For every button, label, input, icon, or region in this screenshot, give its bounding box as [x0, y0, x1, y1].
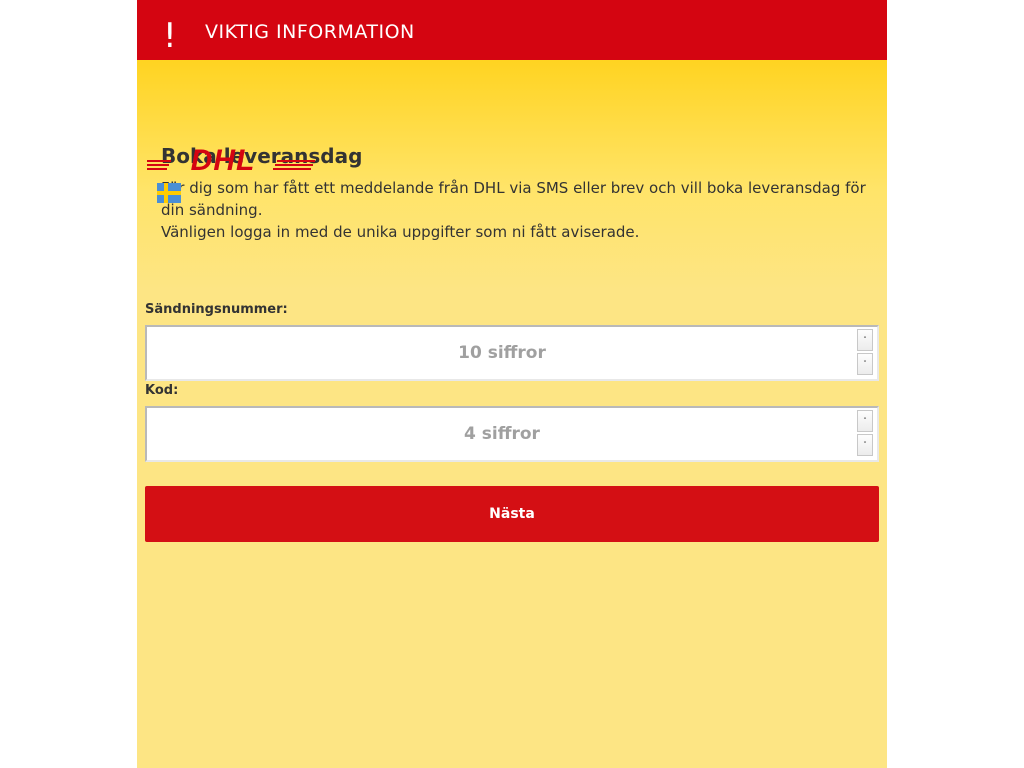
spin-up-button[interactable]: ˄: [857, 410, 873, 432]
spin-down-button[interactable]: ˅: [857, 353, 873, 375]
code-label: Kod:: [145, 383, 179, 398]
intro-line-1: För dig som har fått ett meddelande från…: [161, 179, 866, 219]
dhl-logo-text: DHL: [191, 145, 256, 175]
banner-title: VIKTIG INFORMATION: [205, 21, 415, 43]
exclamation-icon: !: [163, 16, 177, 56]
spin-down-button[interactable]: ˅: [857, 434, 873, 456]
shipment-number-label: Sändningsnummer:: [145, 302, 288, 317]
shipment-number-spinner: ˄ ˅: [857, 329, 873, 375]
important-info-banner: ! VIKTIG INFORMATION: [137, 0, 887, 60]
code-input[interactable]: [147, 408, 857, 460]
next-button[interactable]: Nästa: [145, 486, 879, 542]
page-container: ! VIKTIG INFORMATION Boka leveransdag Fö…: [137, 0, 887, 768]
intro-text: För dig som har fått ett meddelande från…: [161, 177, 871, 243]
code-spinner: ˄ ˅: [857, 410, 873, 456]
intro-line-2: Vänligen logga in med de unika uppgifter…: [161, 223, 640, 241]
code-field: ˄ ˅: [145, 406, 879, 462]
spin-up-button[interactable]: ˄: [857, 329, 873, 351]
sweden-flag-icon[interactable]: [157, 183, 181, 203]
dhl-logo: DHL: [147, 145, 315, 175]
shipment-number-input[interactable]: [147, 327, 857, 379]
shipment-number-field: ˄ ˅: [145, 325, 879, 381]
